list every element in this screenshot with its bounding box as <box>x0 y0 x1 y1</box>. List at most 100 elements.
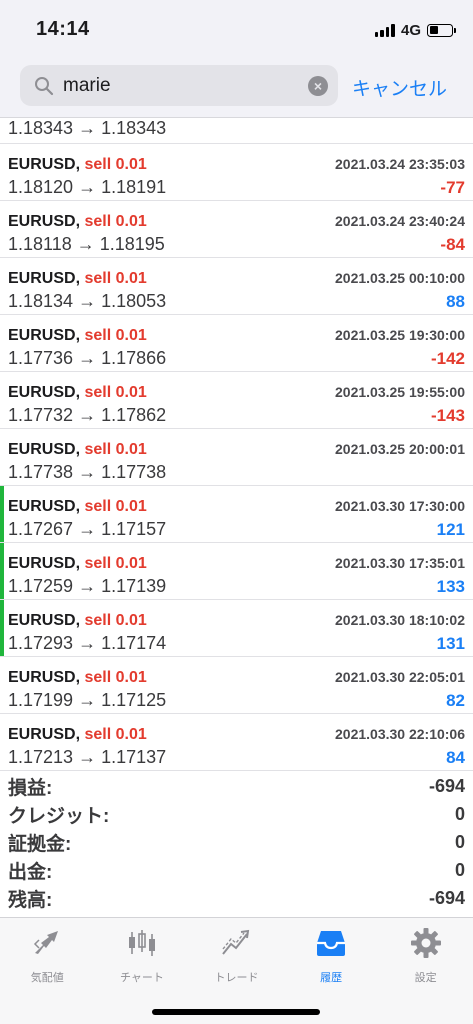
trade-prices: 1.17736 → 1.17866 <box>8 348 167 368</box>
status-indicators: 4G <box>374 20 456 40</box>
trade-prices: 1.18118 → 1.18195 <box>8 234 165 254</box>
tab-bar: 気配値 チャート トレード 履歴 設定 <box>0 917 473 1024</box>
trade-row[interactable]: EURUSD, sell 0.01 2021.03.24 23:40:24 1.18… <box>0 201 473 258</box>
settings-icon <box>409 926 443 965</box>
summary-label: 残高: <box>8 889 53 911</box>
trade-row[interactable]: EURUSD, sell 0.01 2021.03.25 00:10:00 1.18… <box>0 258 473 315</box>
trade-symbol: EURUSD, <box>8 156 81 173</box>
tab-quotes[interactable]: 気配値 <box>0 918 95 988</box>
trade-row[interactable]: EURUSD, sell 0.01 2021.03.30 17:30:00 1.17… <box>0 486 473 543</box>
trade-profit: 133 <box>436 576 465 596</box>
summary-label: 損益: <box>8 777 53 799</box>
trade-datetime: 2021.03.30 22:05:01 <box>335 669 465 685</box>
trade-symbol: EURUSD, <box>8 498 81 515</box>
trade-prices: 1.18120 → 1.18191 <box>8 177 167 197</box>
trade-datetime: 2021.03.25 00:10:00 <box>335 270 465 286</box>
trade-side: sell 0.01 <box>84 441 147 458</box>
trade-row[interactable]: EURUSD, sell 0.01 2021.03.25 19:30:00 1.17… <box>0 315 473 372</box>
trade-row[interactable]: EURUSD, sell 0.01 2021.03.30 17:35:01 1.17… <box>0 543 473 600</box>
trade-header: EURUSD, sell 0.01 2021.03.30 17:35:01 <box>8 543 473 573</box>
signal-icon <box>374 23 395 37</box>
search-icon <box>29 76 59 96</box>
trade-datetime: 2021.03.25 19:55:00 <box>335 384 465 400</box>
trade-prices: 1.17293 → 1.17174 <box>8 633 167 653</box>
trade-header: EURUSD, sell 0.01 2021.03.30 18:10:02 <box>8 600 473 630</box>
search-input[interactable]: marie <box>59 75 308 97</box>
tab-label: 気配値 <box>30 972 64 984</box>
trade-detail: 1.17736 → 1.17866 -142 <box>8 345 473 372</box>
trade-title: EURUSD, sell 0.01 <box>8 384 147 402</box>
trade-profit: 84 <box>446 747 465 767</box>
trade-row[interactable]: EURUSD, sell 0.01 2021.03.25 20:00:01 1.17… <box>0 429 473 486</box>
trade-header: EURUSD, sell 0.01 2021.03.25 19:30:00 <box>8 315 473 345</box>
tab-label: トレード <box>214 972 259 984</box>
trade-row[interactable]: EURUSD, sell 0.01 2021.03.24 23:35:03 1.18… <box>0 144 473 201</box>
trade-side: sell 0.01 <box>84 213 147 230</box>
clear-icon[interactable]: × <box>308 75 328 96</box>
trade-side: sell 0.01 <box>84 669 147 686</box>
trade-datetime: 2021.03.30 17:30:00 <box>335 498 465 514</box>
tab-chart[interactable]: チャート <box>95 918 190 988</box>
chart-icon <box>125 926 159 965</box>
summary-value: 0 <box>454 803 465 824</box>
trade-prices: 1.17213 → 1.17137 <box>8 747 167 767</box>
trade-datetime: 2021.03.30 17:35:01 <box>335 555 465 571</box>
tab-label: 設定 <box>414 972 437 984</box>
trade-detail: 1.17732 → 1.17862 -143 <box>8 402 473 429</box>
trade-detail: 1.17213 → 1.17137 84 <box>8 744 473 771</box>
trade-title: EURUSD, sell 0.01 <box>8 156 147 174</box>
trade-prices: 1.17259 → 1.17139 <box>8 576 167 596</box>
trade-title: EURUSD, sell 0.01 <box>8 669 147 687</box>
list-item-partial[interactable]: 1.18343 → 1.18343 <box>0 118 473 144</box>
trade-side: sell 0.01 <box>84 156 147 173</box>
trade-symbol: EURUSD, <box>8 555 81 572</box>
trade-prices: 1.17732 → 1.17862 <box>8 405 167 425</box>
tab-trade[interactable]: トレード <box>189 918 284 988</box>
trade-symbol: EURUSD, <box>8 327 81 344</box>
history-list: 1.18343 → 1.18343 EURUSD, sell 0.01 2021.… <box>0 118 473 771</box>
search-field[interactable]: marie × <box>20 65 338 106</box>
summary-value: 0 <box>454 831 465 852</box>
summary-row: クレジット: 0 <box>0 800 473 828</box>
trade-datetime: 2021.03.24 23:35:03 <box>335 156 465 172</box>
trade-title: EURUSD, sell 0.01 <box>8 327 147 345</box>
trade-header: EURUSD, sell 0.01 2021.03.24 23:35:03 <box>8 144 473 174</box>
trade-datetime: 2021.03.30 22:10:06 <box>335 726 465 742</box>
trade-datetime: 2021.03.25 20:00:01 <box>335 441 465 457</box>
trade-prices: 1.17267 → 1.17157 <box>8 519 167 539</box>
trade-symbol: EURUSD, <box>8 669 81 686</box>
trade-detail: 1.17267 → 1.17157 121 <box>8 516 473 543</box>
trade-profit: 82 <box>446 690 465 710</box>
trade-detail: 1.17259 → 1.17139 133 <box>8 573 473 600</box>
trade-datetime: 2021.03.24 23:40:24 <box>335 213 465 229</box>
summary-row: 損益: -694 <box>0 772 473 800</box>
trade-title: EURUSD, sell 0.01 <box>8 441 147 459</box>
trade-profit: 131 <box>436 633 465 653</box>
trade-detail: 1.18120 → 1.18191 -77 <box>8 174 473 201</box>
cancel-button[interactable]: キャンセル <box>352 74 447 101</box>
trade-header: EURUSD, sell 0.01 2021.03.30 22:10:06 <box>8 714 473 744</box>
home-indicator <box>152 1009 320 1015</box>
summary-label: クレジット: <box>8 805 110 827</box>
summary-row: 残高: -694 <box>0 884 473 912</box>
tab-history[interactable]: 履歴 <box>284 918 379 988</box>
trade-title: EURUSD, sell 0.01 <box>8 612 147 630</box>
trade-row[interactable]: EURUSD, sell 0.01 2021.03.30 22:10:06 1.17… <box>0 714 473 771</box>
trade-side: sell 0.01 <box>84 555 147 572</box>
trade-header: EURUSD, sell 0.01 2021.03.25 20:00:01 <box>8 429 473 459</box>
trade-detail: 1.18118 → 1.18195 -84 <box>8 231 473 258</box>
trade-title: EURUSD, sell 0.01 <box>8 498 147 516</box>
trade-side: sell 0.01 <box>84 327 147 344</box>
trade-row[interactable]: EURUSD, sell 0.01 2021.03.25 19:55:00 1.17… <box>0 372 473 429</box>
trade-header: EURUSD, sell 0.01 2021.03.30 22:05:01 <box>8 657 473 687</box>
tab-settings[interactable]: 設定 <box>378 918 473 988</box>
trade-title: EURUSD, sell 0.01 <box>8 213 147 231</box>
trade-prices: 1.17738 → 1.17738 <box>8 462 167 482</box>
status-bar: 14:14 4G <box>0 0 473 56</box>
summary-row: 出金: 0 <box>0 856 473 884</box>
trade-profit: -142 <box>430 348 465 368</box>
trade-row[interactable]: EURUSD, sell 0.01 2021.03.30 18:10:02 1.17… <box>0 600 473 657</box>
tab-label: チャート <box>119 972 164 984</box>
trade-profit: -77 <box>440 177 465 197</box>
trade-row[interactable]: EURUSD, sell 0.01 2021.03.30 22:05:01 1.17… <box>0 657 473 714</box>
